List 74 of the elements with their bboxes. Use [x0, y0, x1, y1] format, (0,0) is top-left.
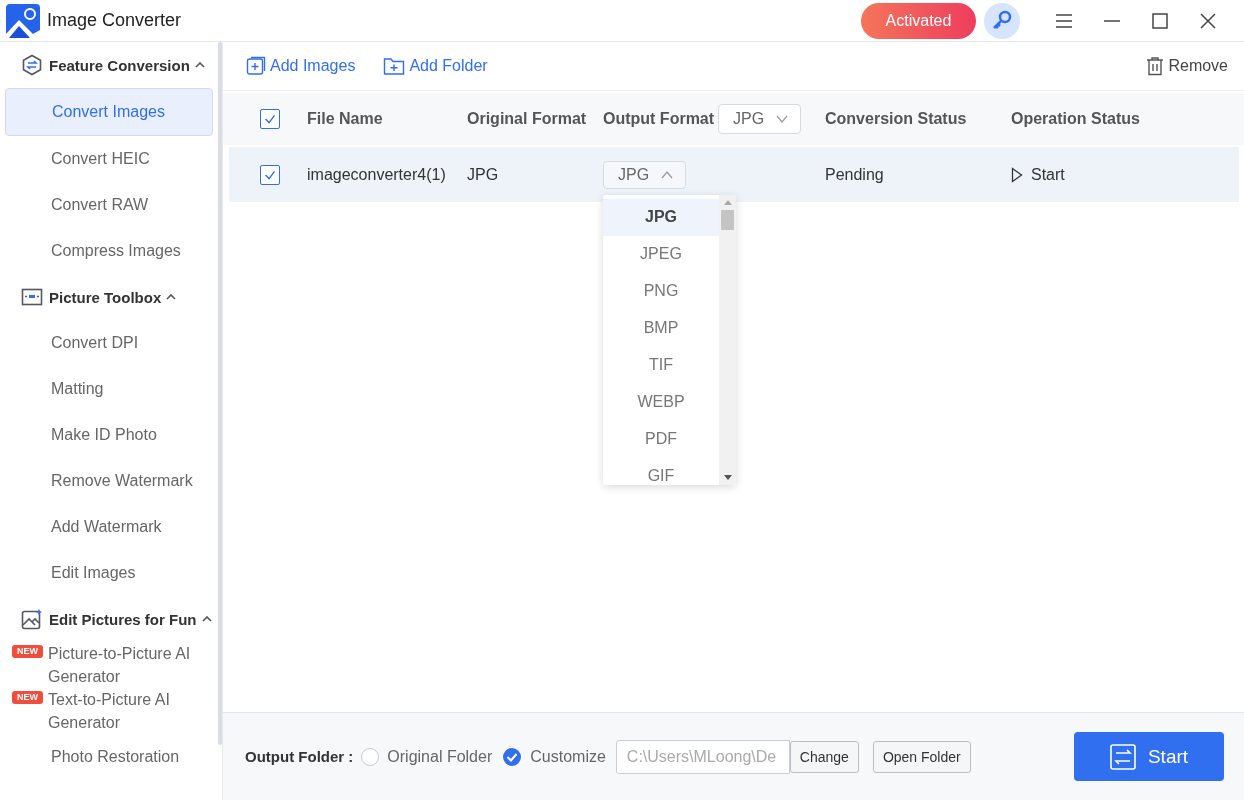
output-format-select[interactable]: JPG — [718, 104, 802, 134]
column-header: Conversion Status — [825, 110, 968, 128]
key-button[interactable] — [984, 2, 1020, 39]
format-option[interactable]: GIF — [603, 457, 719, 485]
file-name-cell-text: imageconverter4(1) — [307, 165, 447, 184]
sidebar-item[interactable]: Convert RAW — [5, 182, 213, 228]
play-icon — [1011, 166, 1023, 183]
section-header[interactable]: Picture Toolbox — [5, 274, 213, 320]
start-link[interactable]: Start — [1011, 165, 1065, 184]
format-option[interactable]: JPG — [603, 198, 719, 236]
sidebar-item[interactable]: Matting — [5, 366, 213, 412]
toolbox-icon — [21, 286, 43, 308]
sidebar-item[interactable]: Text-to-Picture AI Generator — [48, 688, 213, 734]
trash-icon — [1146, 56, 1165, 76]
format-option[interactable]: PNG — [603, 272, 719, 310]
app-logo-icon — [6, 3, 40, 38]
add-images-button[interactable]: Add Images — [246, 56, 356, 76]
convert-icon — [1109, 743, 1136, 770]
add-folder-icon — [383, 56, 406, 76]
start-button[interactable]: Start — [1074, 732, 1224, 781]
app-title: Image Converter — [47, 10, 182, 31]
collapse-chevron-icon[interactable] — [194, 62, 205, 68]
format-option[interactable]: TIF — [603, 346, 719, 384]
sidebar-scrollbar[interactable] — [218, 42, 222, 745]
sidebar-item[interactable]: Convert HEIC — [5, 136, 213, 182]
sidebar-item[interactable]: Edit Images — [5, 550, 213, 596]
sidebar-item[interactable]: Make ID Photo — [5, 412, 213, 458]
close-icon[interactable] — [1198, 10, 1218, 31]
caret-icon — [661, 170, 674, 179]
new-badge: NEW — [12, 691, 43, 704]
column-header: Operation Status — [1011, 110, 1141, 128]
row-format-select[interactable]: JPG — [603, 160, 687, 189]
format-option[interactable]: WEBP — [603, 383, 719, 421]
status-cell-text: Pending — [825, 165, 885, 184]
column-header: File Name — [307, 110, 384, 128]
format-option[interactable]: PDF — [603, 420, 719, 458]
exchange-icon — [21, 54, 43, 76]
remove-button[interactable]: Remove — [1146, 56, 1228, 76]
maximize-icon[interactable] — [1150, 10, 1170, 31]
radio-label: Customize — [530, 747, 606, 766]
picture-icon — [21, 608, 43, 630]
scroll-down-icon[interactable] — [723, 474, 732, 480]
collapse-chevron-icon[interactable] — [166, 294, 177, 300]
row-checkbox[interactable] — [260, 164, 280, 185]
format-option[interactable]: JPEG — [603, 235, 719, 273]
format-option[interactable]: BMP — [603, 309, 719, 347]
sidebar-item[interactable]: Convert Images — [5, 88, 213, 136]
scroll-thumb[interactable] — [721, 209, 734, 230]
collapse-chevron-icon[interactable] — [201, 616, 212, 622]
radio-button[interactable] — [361, 747, 380, 766]
add-image-icon — [246, 56, 266, 76]
column-header: Original Format — [467, 110, 588, 128]
new-badge: NEW — [12, 645, 43, 658]
sidebar-item[interactable]: Add Watermark — [5, 504, 213, 550]
column-header: Output Format — [603, 110, 715, 128]
checkmark-icon — [502, 746, 523, 767]
caret-icon — [776, 115, 789, 123]
sidebar-item[interactable]: Convert DPI — [5, 320, 213, 366]
section-header[interactable]: Edit Pictures for Fun — [5, 596, 213, 642]
output-folder-label: Output Folder : — [245, 748, 354, 765]
change-button[interactable]: Change — [789, 740, 859, 773]
open-folder-button[interactable]: Open Folder — [872, 740, 971, 773]
sidebar-item[interactable]: Compress Images — [5, 228, 213, 274]
radio-button[interactable] — [502, 746, 523, 767]
radio-label: Original Folder — [387, 747, 493, 766]
sidebar-item[interactable]: Picture-to-Picture AI Generator — [48, 642, 213, 688]
menu-scrollbar[interactable] — [719, 194, 736, 485]
add-folder-button[interactable]: Add Folder — [383, 56, 488, 76]
section-header[interactable]: Feature Conversion — [5, 42, 213, 88]
select-all-checkbox[interactable] — [260, 109, 280, 129]
format-cell-text: JPG — [467, 165, 500, 184]
sidebar-item[interactable]: Remove Watermark — [5, 458, 213, 504]
sidebar-item[interactable]: Photo Restoration — [5, 734, 213, 780]
activated-button[interactable]: Activated — [861, 2, 976, 39]
